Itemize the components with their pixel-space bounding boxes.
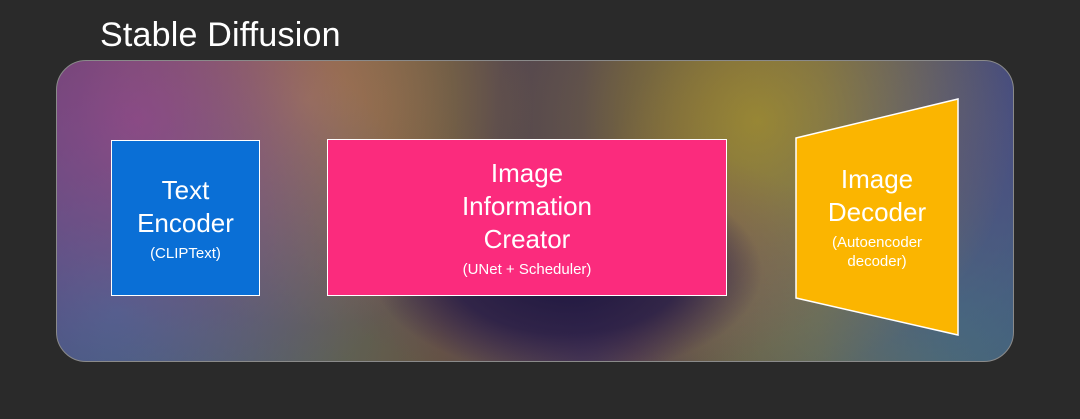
image-decoder-label: Image Decoder <box>827 164 927 227</box>
text-encoder-box: Text Encoder (CLIPText) <box>111 140 260 296</box>
image-decoder-text: Image Decoder (Autoencoder decoder) <box>795 98 959 336</box>
image-decoder-detail: (Autoencoder decoder) <box>831 234 923 270</box>
diagram-canvas: Stable Diffusion Text Encoder (CLIPText)… <box>0 0 1080 419</box>
image-decoder-box: Image Decoder (Autoencoder decoder) <box>795 98 959 336</box>
diagram-title: Stable Diffusion <box>100 16 341 54</box>
image-information-creator-detail: (UNet + Scheduler) <box>462 260 592 278</box>
image-information-creator-label: Image Information Creator <box>461 157 593 254</box>
text-encoder-detail: (CLIPText) <box>150 244 221 262</box>
text-encoder-label: Text Encoder <box>137 174 234 238</box>
image-information-creator-box: Image Information Creator (UNet + Schedu… <box>327 139 727 296</box>
